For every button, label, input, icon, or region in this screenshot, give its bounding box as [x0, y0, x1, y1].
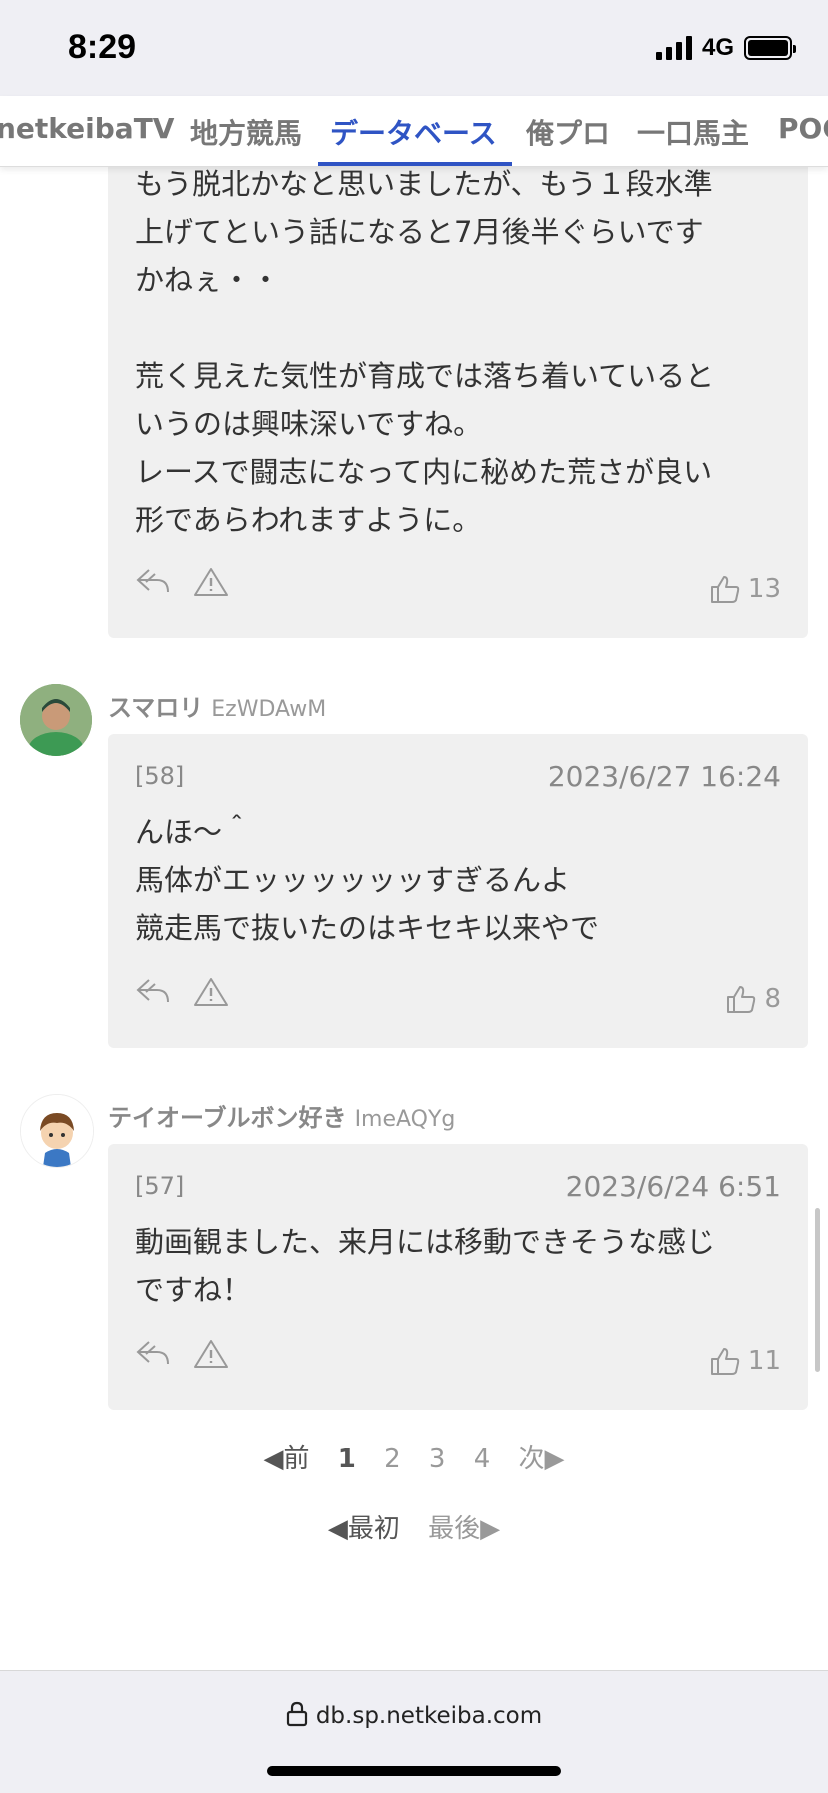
home-indicator[interactable]: [267, 1766, 561, 1776]
report-icon[interactable]: [193, 566, 229, 598]
lock-icon: [286, 1701, 307, 1727]
comment-body: んほ〜＾ 馬体がエッッッッッッすぎるんよ 競走馬で抜いたのはキセキ以来やで: [135, 815, 600, 945]
user-name: スマロリ: [108, 694, 204, 722]
signal-icon: [655, 36, 692, 60]
comment-card: [57] 2023/6/24 6:51 動画観ました、来月には移動できそうな感じ…: [108, 1144, 808, 1410]
thumbs-up-icon: [710, 576, 740, 603]
status-icons: 4G: [655, 34, 796, 62]
like-button[interactable]: 11: [710, 1346, 781, 1376]
page-link-1[interactable]: 1: [338, 1444, 356, 1474]
comment-author[interactable]: テイオーブルボン好き ImeAQYg: [108, 1098, 455, 1133]
scrollbar[interactable]: [815, 1208, 820, 1372]
url-display[interactable]: db.sp.netkeiba.com: [0, 1701, 828, 1729]
url-text: db.sp.netkeiba.com: [315, 1703, 543, 1729]
user-id: EzWDAwM: [211, 697, 327, 722]
comment-date: 2023/6/24 6:51: [565, 1170, 781, 1203]
thumbs-up-icon: [727, 986, 756, 1013]
page-link-3[interactable]: 3: [429, 1444, 446, 1474]
comment-actions: [135, 976, 229, 1008]
like-count: 13: [747, 574, 781, 604]
reply-icon[interactable]: [135, 1338, 171, 1370]
comment-author[interactable]: スマロリ EzWDAwM: [108, 688, 326, 723]
tab-chiho-keiba[interactable]: 地方競馬: [190, 112, 302, 152]
tab-pog[interactable]: POG: [778, 112, 828, 145]
tab-database[interactable]: データベース: [330, 112, 497, 152]
reply-icon[interactable]: [135, 566, 171, 598]
active-tab-indicator: [318, 162, 512, 166]
comment-card: [58] 2023/6/27 16:24 んほ〜＾ 馬体がエッッッッッッすぎるん…: [108, 734, 808, 1048]
comment-actions: [135, 566, 229, 598]
like-button[interactable]: 8: [726, 984, 781, 1014]
comment-number: [58]: [135, 762, 185, 790]
avatar[interactable]: [20, 1094, 94, 1168]
page-link-2[interactable]: 2: [384, 1444, 401, 1474]
category-tabs: netkeibaTV 地方競馬 データベース 俺プロ 一口馬主 POG: [0, 96, 828, 167]
network-type: 4G: [701, 34, 734, 61]
tab-ore-pro[interactable]: 俺プロ: [526, 112, 610, 152]
user-id: ImeAQYg: [354, 1107, 456, 1132]
like-count: 11: [747, 1346, 781, 1376]
reply-icon[interactable]: [135, 976, 171, 1008]
page-link-4[interactable]: 4: [474, 1444, 491, 1474]
comment-actions: [135, 1338, 229, 1370]
like-count: 8: [764, 984, 781, 1014]
clock: 8:29: [68, 28, 137, 66]
pagination: ◀前 1 2 3 4 次▶: [0, 1438, 828, 1475]
report-icon[interactable]: [193, 976, 229, 1008]
pagination-ends: ◀最初 最後▶: [0, 1508, 828, 1545]
prev-page-link[interactable]: ◀前: [263, 1438, 309, 1475]
comment-number: [57]: [135, 1172, 185, 1200]
like-button[interactable]: 13: [710, 574, 781, 604]
tab-netkeibatv[interactable]: netkeibaTV: [0, 112, 174, 145]
user-name: テイオーブルボン好き: [108, 1104, 347, 1132]
avatar[interactable]: [20, 684, 92, 756]
comment-body: 動画観ました、来月には移動できそうな感じ ですね！: [135, 1225, 716, 1307]
thumbs-up-icon: [710, 1348, 740, 1375]
comment-card: もう脱北かなと思いましたが、もう１段水準 上げてという話になると7月後半ぐらいで…: [108, 150, 808, 638]
first-page-link[interactable]: ◀最初: [328, 1508, 400, 1545]
comment-date: 2023/6/27 16:24: [547, 760, 781, 793]
last-page-link[interactable]: 最後▶: [428, 1508, 500, 1545]
comment-body: もう脱北かなと思いましたが、もう１段水準 上げてという話になると7月後半ぐらいで…: [135, 167, 715, 537]
status-bar: 8:29 4G: [0, 0, 828, 96]
next-page-link[interactable]: 次▶: [519, 1438, 565, 1475]
tab-hitokuchi-banushi[interactable]: 一口馬主: [637, 112, 749, 152]
report-icon[interactable]: [193, 1338, 229, 1370]
battery-icon: [744, 36, 796, 60]
